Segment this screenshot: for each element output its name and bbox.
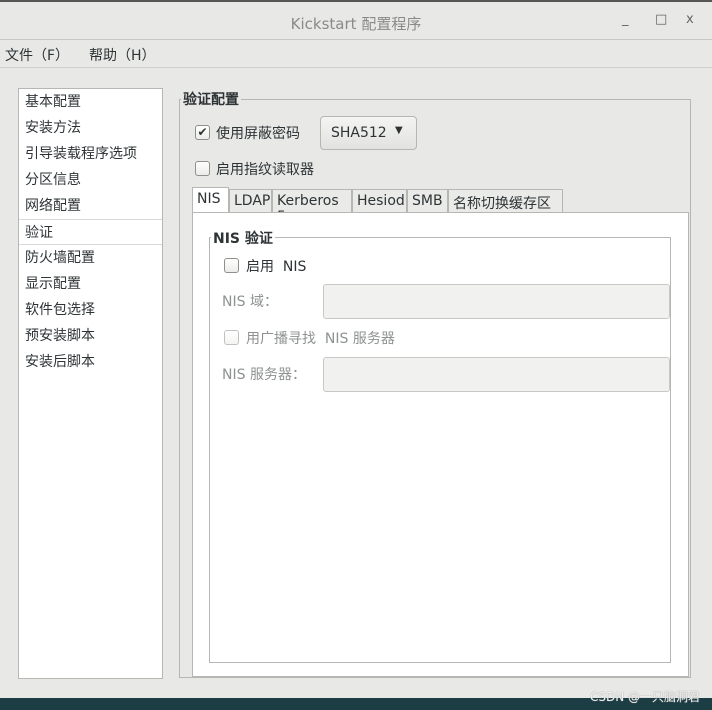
hash-algorithm-dropdown[interactable]: SHA512 ▼ bbox=[320, 116, 417, 150]
enable-nis-checkbox[interactable] bbox=[224, 258, 239, 273]
maximize-button[interactable]: □ bbox=[655, 12, 667, 27]
tab-smb[interactable]: SMB bbox=[407, 189, 448, 213]
sidebar-item-partition[interactable]: 分区信息 bbox=[19, 167, 162, 193]
fingerprint-label: 启用指纹读取器 bbox=[216, 162, 314, 178]
sidebar-item-install-method[interactable]: 安装方法 bbox=[19, 115, 162, 141]
sidebar-item-pre-script[interactable]: 预安装脚本 bbox=[19, 323, 162, 349]
watermark: CSDN @一只脑洞君 bbox=[589, 690, 700, 704]
tab-name-cache[interactable]: 名称切换缓存区 bbox=[448, 189, 563, 213]
shadow-password-checkbox[interactable]: ✔ bbox=[195, 125, 210, 140]
sidebar-item-packages[interactable]: 软件包选择 bbox=[19, 297, 162, 323]
nis-domain-label: NIS 域： bbox=[222, 294, 278, 310]
nis-server-label: NIS 服务器： bbox=[222, 367, 306, 383]
fingerprint-checkbox[interactable] bbox=[195, 161, 210, 176]
tab-kerberos[interactable]: Kerberos 5 bbox=[272, 189, 352, 225]
sidebar-item-network[interactable]: 网络配置 bbox=[19, 193, 162, 219]
check-icon: ✔ bbox=[197, 125, 208, 139]
shadow-password-label: 使用屏蔽密码 bbox=[216, 126, 300, 142]
title-bar: Kickstart 配置程序 _ □ x bbox=[0, 0, 712, 40]
enable-nis-label: 启用 NIS bbox=[246, 259, 307, 275]
menu-bar: 文件（F） 帮助（H） bbox=[0, 40, 712, 68]
nis-auth-legend: NIS 验证 bbox=[211, 228, 275, 248]
sidebar-item-basic[interactable]: 基本配置 bbox=[19, 89, 162, 115]
sidebar-item-bootloader[interactable]: 引导装载程序选项 bbox=[19, 141, 162, 167]
sidebar-item-firewall[interactable]: 防火墙配置 bbox=[19, 245, 162, 271]
hash-algorithm-value: SHA512 bbox=[331, 125, 387, 141]
menu-help[interactable]: 帮助（H） bbox=[89, 45, 156, 65]
broadcast-checkbox[interactable] bbox=[224, 330, 239, 345]
sidebar-item-post-script[interactable]: 安装后脚本 bbox=[19, 349, 162, 375]
nis-domain-input[interactable] bbox=[323, 284, 670, 319]
sidebar-item-auth[interactable]: 验证 bbox=[19, 219, 162, 245]
auth-config-legend: 验证配置 bbox=[181, 89, 241, 109]
sidebar-item-display[interactable]: 显示配置 bbox=[19, 271, 162, 297]
tab-ldap[interactable]: LDAP bbox=[229, 189, 272, 213]
sidebar-list: 基本配置 安装方法 引导装载程序选项 分区信息 网络配置 验证 防火墙配置 显示… bbox=[18, 88, 163, 679]
minimize-button[interactable]: _ bbox=[622, 12, 629, 27]
tab-nis[interactable]: NIS bbox=[192, 187, 229, 212]
broadcast-label: 用广播寻找 NIS 服务器 bbox=[246, 331, 395, 347]
close-button[interactable]: x bbox=[686, 12, 694, 27]
tab-hesiod[interactable]: Hesiod bbox=[352, 189, 407, 213]
menu-file[interactable]: 文件（F） bbox=[5, 45, 69, 65]
window-title: Kickstart 配置程序 bbox=[290, 15, 422, 33]
caret-down-icon: ▼ bbox=[395, 125, 403, 136]
nis-server-input[interactable] bbox=[323, 357, 670, 392]
